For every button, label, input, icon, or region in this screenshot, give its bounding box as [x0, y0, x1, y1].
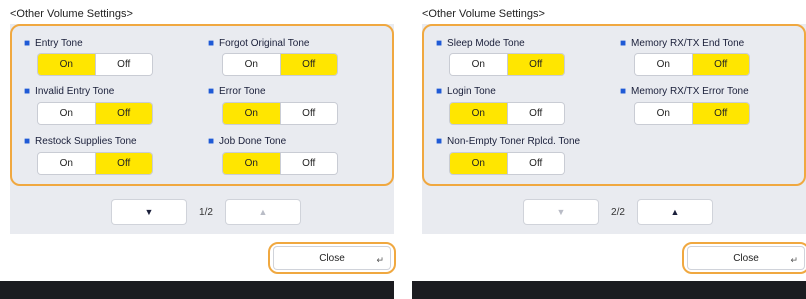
- restock-supplies-tone-on-button[interactable]: On: [38, 153, 96, 174]
- entry-tone-off-button[interactable]: Off: [95, 54, 152, 75]
- close-button[interactable]: Close ↵: [274, 247, 390, 269]
- setting-label: ■ Memory RX/TX End Tone: [620, 38, 745, 49]
- memory-rx-tx-end-tone-on-button[interactable]: On: [635, 54, 693, 75]
- bullet-icon: ■: [208, 38, 215, 49]
- page-up-button[interactable]: ▲: [226, 200, 300, 224]
- memory-rx-tx-error-tone-off-button[interactable]: Off: [692, 103, 749, 124]
- job-done-tone-off-button[interactable]: Off: [280, 153, 337, 174]
- memory-rx-tx-error-tone-toggle: On Off: [635, 103, 749, 124]
- settings-panel-page-2: <Other Volume Settings> ■ Sleep Mode Tone…: [412, 0, 806, 299]
- up-arrow-icon: ▲: [258, 207, 268, 217]
- bottom-bar: [412, 281, 806, 299]
- down-arrow-icon: ▼: [144, 207, 154, 217]
- memory-rx-tx-end-tone-toggle: On Off: [635, 54, 749, 75]
- invalid-entry-tone-toggle: On Off: [38, 103, 152, 124]
- enter-icon: ↵: [790, 255, 798, 265]
- up-arrow-icon: ▲: [670, 207, 680, 217]
- non-empty-toner-rplcd-tone-toggle: On Off: [450, 153, 564, 174]
- bullet-icon: ■: [436, 86, 443, 97]
- page-up-button[interactable]: ▲: [638, 200, 712, 224]
- page-down-button[interactable]: ▼: [524, 200, 598, 224]
- sleep-mode-tone-toggle: On Off: [450, 54, 564, 75]
- page-indicator: 2/2: [611, 206, 625, 218]
- setting-label: ■ Error Tone: [208, 86, 266, 97]
- login-tone-on-button[interactable]: On: [450, 103, 508, 124]
- setting-label: ■ Restock Supplies Tone: [24, 136, 137, 147]
- job-done-tone-toggle: On Off: [223, 153, 337, 174]
- login-tone-toggle: On Off: [450, 103, 564, 124]
- forgot-original-tone-off-button[interactable]: Off: [280, 54, 337, 75]
- login-tone-off-button[interactable]: Off: [507, 103, 564, 124]
- forgot-original-tone-toggle: On Off: [223, 54, 337, 75]
- bottom-bar: [0, 281, 394, 299]
- setting-label: ■ Sleep Mode Tone: [436, 38, 525, 49]
- close-button[interactable]: Close ↵: [688, 247, 804, 269]
- sleep-mode-tone-on-button[interactable]: On: [450, 54, 508, 75]
- memory-rx-tx-error-tone-on-button[interactable]: On: [635, 103, 693, 124]
- bullet-icon: ■: [436, 38, 443, 49]
- restock-supplies-tone-off-button[interactable]: Off: [95, 153, 152, 174]
- panel-title: <Other Volume Settings>: [422, 8, 545, 20]
- setting-label: ■ Entry Tone: [24, 38, 83, 49]
- close-button-focus: Close ↵: [682, 242, 806, 274]
- restock-supplies-tone-toggle: On Off: [38, 153, 152, 174]
- setting-label: ■ Login Tone: [436, 86, 496, 97]
- page-down-button[interactable]: ▼: [112, 200, 186, 224]
- sleep-mode-tone-off-button[interactable]: Off: [507, 54, 564, 75]
- job-done-tone-on-button[interactable]: On: [223, 153, 281, 174]
- setting-label: ■ Non-Empty Toner Rplcd. Tone: [436, 136, 581, 147]
- bullet-icon: ■: [208, 136, 215, 147]
- close-label: Close: [319, 252, 345, 264]
- error-tone-off-button[interactable]: Off: [280, 103, 337, 124]
- panel-title: <Other Volume Settings>: [10, 8, 133, 20]
- error-tone-on-button[interactable]: On: [223, 103, 281, 124]
- bullet-icon: ■: [24, 38, 31, 49]
- setting-label: ■ Forgot Original Tone: [208, 38, 310, 49]
- setting-label: ■ Invalid Entry Tone: [24, 86, 115, 97]
- bullet-icon: ■: [436, 136, 443, 147]
- bullet-icon: ■: [620, 86, 627, 97]
- entry-tone-on-button[interactable]: On: [38, 54, 96, 75]
- setting-label: ■ Memory RX/TX Error Tone: [620, 86, 749, 97]
- non-empty-toner-rplcd-tone-off-button[interactable]: Off: [507, 153, 564, 174]
- forgot-original-tone-on-button[interactable]: On: [223, 54, 281, 75]
- setting-label: ■ Job Done Tone: [208, 136, 287, 147]
- non-empty-toner-rplcd-tone-on-button[interactable]: On: [450, 153, 508, 174]
- bullet-icon: ■: [24, 86, 31, 97]
- error-tone-toggle: On Off: [223, 103, 337, 124]
- page-indicator: 1/2: [199, 206, 213, 218]
- page-navigation: ▼ 2/2 ▲: [524, 200, 712, 224]
- bullet-icon: ■: [620, 38, 627, 49]
- settings-panel-page-1: <Other Volume Settings> ■ Entry Tone On O…: [0, 0, 396, 299]
- settings-group: ■ Entry Tone On Off ■ Forgot Original Tone…: [10, 24, 394, 186]
- settings-group: ■ Sleep Mode Tone On Off ■ Memory RX/TX En…: [422, 24, 806, 186]
- close-button-focus: Close ↵: [268, 242, 396, 274]
- down-arrow-icon: ▼: [556, 207, 566, 217]
- bullet-icon: ■: [208, 86, 215, 97]
- bullet-icon: ■: [24, 136, 31, 147]
- close-label: Close: [733, 252, 759, 264]
- invalid-entry-tone-off-button[interactable]: Off: [95, 103, 152, 124]
- entry-tone-toggle: On Off: [38, 54, 152, 75]
- invalid-entry-tone-on-button[interactable]: On: [38, 103, 96, 124]
- enter-icon: ↵: [376, 255, 384, 265]
- memory-rx-tx-end-tone-off-button[interactable]: Off: [692, 54, 749, 75]
- page-navigation: ▼ 1/2 ▲: [112, 200, 300, 224]
